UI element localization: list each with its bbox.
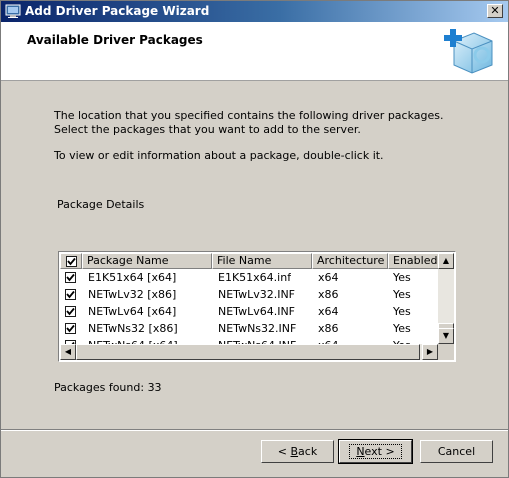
package-name-cell: NETwLv32 [x86] bbox=[88, 288, 177, 301]
enabled-cell: Yes bbox=[393, 271, 411, 284]
instruction-text: To view or edit information about a pack… bbox=[54, 149, 384, 162]
file-name-cell: NETwLv32.INF bbox=[218, 288, 296, 301]
package-details-label: Package Details bbox=[57, 198, 145, 211]
column-header-architecture[interactable]: Architecture bbox=[312, 253, 388, 269]
checkmark-icon bbox=[66, 290, 75, 299]
vertical-scrollbar[interactable]: ▲ ▼ bbox=[438, 253, 454, 344]
architecture-cell: x86 bbox=[318, 288, 339, 301]
packages-found-status: Packages found: 33 bbox=[54, 381, 162, 394]
title-bar[interactable]: Add Driver Package Wizard ✕ bbox=[1, 1, 508, 22]
table-row[interactable]: NETwLv64 [x64] NETwLv64.INF x64 Yes bbox=[60, 304, 438, 320]
checkmark-icon bbox=[66, 307, 75, 316]
enabled-cell: Yes bbox=[393, 288, 411, 301]
row-checkbox[interactable] bbox=[65, 306, 76, 317]
column-header-file-name[interactable]: File Name bbox=[212, 253, 312, 269]
horizontal-scrollbar[interactable]: ◀ ▶ bbox=[60, 344, 438, 360]
next-button-focus: Next > bbox=[349, 444, 402, 459]
close-icon[interactable]: ✕ bbox=[487, 4, 503, 18]
wizard-header: Available Driver Packages bbox=[1, 22, 508, 81]
table-row[interactable]: NETwNs32 [x86] NETwNs32.INF x86 Yes bbox=[60, 321, 438, 337]
wizard-window: Add Driver Package Wizard ✕ Available Dr… bbox=[0, 0, 509, 478]
scroll-up-icon[interactable]: ▲ bbox=[438, 253, 454, 269]
architecture-cell: x86 bbox=[318, 322, 339, 335]
scroll-left-icon[interactable]: ◀ bbox=[60, 344, 76, 360]
enabled-cell: Yes bbox=[393, 322, 411, 335]
button-separator bbox=[1, 429, 508, 431]
description-text: The location that you specified contains… bbox=[54, 109, 444, 136]
checkmark-icon bbox=[66, 324, 75, 333]
driver-package-wizard-icon bbox=[444, 29, 493, 74]
architecture-cell: x64 bbox=[318, 271, 339, 284]
back-button-prefix: < bbox=[277, 445, 291, 458]
package-list-viewport: Package Name File Name Architecture Enab… bbox=[60, 253, 454, 360]
table-row[interactable]: NETwLv32 [x86] NETwLv32.INF x86 Yes bbox=[60, 287, 438, 303]
packages-found-label: Packages found: bbox=[54, 381, 145, 394]
table-row[interactable]: E1K51x64 [x64] E1K51x64.inf x64 Yes bbox=[60, 270, 438, 286]
horizontal-scroll-thumb[interactable] bbox=[76, 344, 420, 360]
back-button-label: ack bbox=[298, 445, 318, 458]
checkmark-icon bbox=[67, 257, 76, 266]
package-name-cell: E1K51x64 [x64] bbox=[88, 271, 177, 284]
wizard-app-icon bbox=[5, 4, 21, 18]
window-title: Add Driver Package Wizard bbox=[25, 4, 210, 18]
file-name-cell: NETwLv64.INF bbox=[218, 305, 296, 318]
architecture-cell: x64 bbox=[318, 305, 339, 318]
back-button-mnemonic: B bbox=[290, 445, 299, 458]
package-list[interactable]: Package Name File Name Architecture Enab… bbox=[58, 251, 456, 362]
select-all-column-header[interactable] bbox=[60, 253, 82, 269]
package-name-cell: NETwNs32 [x86] bbox=[88, 322, 178, 335]
next-button-mnemonic: N bbox=[356, 445, 365, 458]
wizard-content: The location that you specified contains… bbox=[1, 81, 508, 429]
list-header: Package Name File Name Architecture Enab… bbox=[60, 253, 454, 269]
row-checkbox[interactable] bbox=[65, 289, 76, 300]
back-button[interactable]: < Back bbox=[261, 440, 334, 463]
scroll-right-icon[interactable]: ▶ bbox=[422, 344, 438, 360]
file-name-cell: E1K51x64.inf bbox=[218, 271, 292, 284]
checkmark-icon bbox=[66, 273, 75, 282]
page-title: Available Driver Packages bbox=[27, 33, 203, 47]
scroll-down-icon[interactable]: ▼ bbox=[438, 328, 454, 344]
column-header-package-name[interactable]: Package Name bbox=[82, 253, 212, 269]
enabled-cell: Yes bbox=[393, 305, 411, 318]
next-button-label: ext > bbox=[364, 445, 395, 458]
row-checkbox[interactable] bbox=[65, 272, 76, 283]
file-name-cell: NETwNs32.INF bbox=[218, 322, 297, 335]
packages-found-count: 33 bbox=[147, 381, 162, 394]
cancel-button[interactable]: Cancel bbox=[420, 440, 493, 463]
row-checkbox[interactable] bbox=[65, 323, 76, 334]
scrollbar-corner bbox=[438, 344, 454, 360]
package-name-cell: NETwLv64 [x64] bbox=[88, 305, 177, 318]
next-button[interactable]: Next > bbox=[338, 439, 413, 464]
select-all-checkbox[interactable] bbox=[66, 256, 77, 267]
